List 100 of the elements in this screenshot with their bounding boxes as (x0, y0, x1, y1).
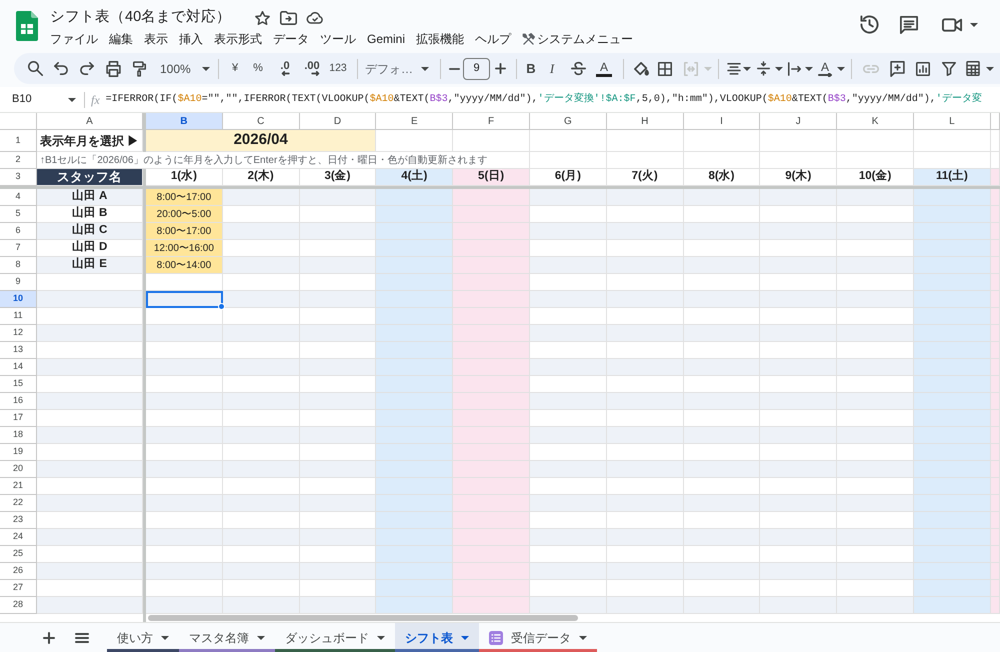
caret-icon[interactable] (68, 98, 76, 102)
row-header[interactable]: 10 (0, 291, 37, 308)
row-header[interactable]: 8 (0, 257, 37, 274)
row-header[interactable]: 4 (0, 189, 37, 206)
caret-icon[interactable] (257, 636, 265, 640)
column-header[interactable]: A (37, 113, 143, 130)
column-header[interactable]: L (914, 113, 991, 130)
column-header[interactable]: E (376, 113, 454, 130)
menu-item[interactable]: 挿入 (179, 30, 203, 48)
caret-icon[interactable] (743, 66, 751, 70)
strikethrough-icon[interactable] (570, 61, 586, 76)
menu-item[interactable]: 拡張機能 (416, 30, 464, 48)
caret-icon[interactable] (805, 66, 813, 70)
column-header[interactable]: C (222, 113, 300, 130)
search-icon[interactable] (28, 61, 42, 76)
row-header[interactable]: 26 (0, 563, 37, 580)
menu-item[interactable]: データ (273, 30, 309, 48)
column-header[interactable]: B (146, 113, 223, 130)
caret-icon[interactable] (986, 66, 994, 70)
scrollbar[interactable] (148, 615, 578, 621)
fill-handle[interactable] (218, 303, 225, 310)
caret-icon[interactable] (377, 636, 385, 640)
sheet-tab[interactable]: シフト表 (395, 623, 479, 652)
caret-icon[interactable] (161, 636, 169, 640)
column-header[interactable]: D (300, 113, 376, 130)
menu-item[interactable]: システムメニュー (522, 30, 634, 48)
caret-icon[interactable] (837, 66, 845, 70)
number-format-button[interactable]: 123 (329, 60, 347, 76)
row-header[interactable]: 7 (0, 240, 37, 257)
caret-icon[interactable] (202, 66, 210, 70)
column-header[interactable]: G (530, 113, 607, 130)
fill-color-icon[interactable] (634, 62, 648, 76)
caret-icon[interactable] (775, 66, 783, 70)
caret-icon[interactable] (421, 66, 429, 70)
document-title[interactable]: シフト表（40名まで対応） (50, 7, 232, 29)
row-header[interactable]: 28 (0, 597, 37, 614)
caret-icon[interactable] (579, 636, 587, 640)
history-icon[interactable] (860, 15, 879, 34)
add-comment-icon[interactable] (890, 60, 904, 76)
redo-icon[interactable] (80, 62, 94, 75)
row-header[interactable]: 23 (0, 512, 37, 529)
row-header[interactable]: 13 (0, 342, 37, 359)
percent-format-button[interactable]: % (253, 60, 263, 77)
row-header[interactable]: 22 (0, 495, 37, 512)
menu-item[interactable]: ファイル (50, 30, 98, 48)
row-header[interactable]: 20 (0, 461, 37, 478)
row-header[interactable]: 1 (0, 130, 37, 152)
column-header[interactable]: H (606, 113, 684, 130)
row-header[interactable]: 15 (0, 376, 37, 393)
font-dropdown[interactable]: デフォ… (364, 60, 434, 78)
folder-icon[interactable] (280, 11, 298, 25)
print-icon[interactable] (106, 60, 120, 76)
row-header[interactable]: 21 (0, 478, 37, 495)
currency-format-button[interactable]: ¥ (232, 60, 238, 77)
bold-button[interactable]: B (526, 58, 536, 78)
increase-decimal-button[interactable]: .00 (304, 61, 320, 76)
italic-button[interactable]: I (550, 58, 554, 78)
menu-item[interactable]: ツール (320, 30, 356, 48)
row-header[interactable]: 25 (0, 546, 37, 563)
text-rotation-button[interactable]: A (813, 60, 837, 76)
chart-icon[interactable] (916, 62, 930, 76)
video-camera-icon[interactable] (942, 18, 963, 32)
vertical-align-icon[interactable] (756, 61, 770, 76)
menu-icon[interactable] (75, 632, 89, 642)
sheets-logo-icon[interactable] (16, 11, 38, 41)
row-header[interactable]: 27 (0, 580, 37, 597)
zoom-dropdown[interactable]: 100% (152, 60, 212, 78)
borders-icon[interactable] (658, 62, 672, 76)
row-header[interactable]: 11 (0, 308, 37, 325)
row-header[interactable]: 12 (0, 325, 37, 342)
caret-icon[interactable] (970, 22, 978, 26)
align-icon[interactable] (727, 62, 741, 74)
row-header[interactable]: 18 (0, 427, 37, 444)
caret-icon[interactable] (461, 636, 469, 640)
add-sheet-icon[interactable] (43, 632, 55, 644)
row-header[interactable]: 17 (0, 410, 37, 427)
selected-cell[interactable] (146, 291, 223, 308)
minus-icon[interactable] (448, 68, 460, 70)
row-header[interactable]: 14 (0, 359, 37, 376)
column-header[interactable]: F (453, 113, 530, 130)
column-header[interactable]: J (760, 113, 838, 130)
formula-input[interactable]: =IFERROR(IF($A10="","",IFERROR(TEXT(VLOOKUP($A10&TEXT(B$3,"yyyy/MM/dd"),'データ変換'!$A:$F,5,0),"h:mm"),VLOOKUP($A10&TEXT(B$3,"yyyy/MM/dd"),'データ変 (106, 92, 982, 107)
paint-format-icon[interactable] (132, 60, 146, 76)
sheet-tab[interactable]: マスタ名簿 (179, 623, 275, 652)
menu-item[interactable]: 表示 (144, 30, 168, 48)
sheet-tab[interactable]: 使い方 (107, 623, 179, 652)
column-header[interactable]: K (837, 113, 914, 130)
row-header[interactable]: 9 (0, 274, 37, 291)
menu-item[interactable]: 編集 (109, 30, 133, 48)
name-box[interactable]: B10 (12, 91, 68, 108)
functions-icon[interactable] (966, 61, 980, 76)
row-header[interactable]: 3 (0, 169, 37, 186)
cloud-icon[interactable] (306, 12, 324, 24)
row-header[interactable]: 2 (0, 152, 37, 169)
row-header[interactable]: 6 (0, 223, 37, 240)
comment-icon[interactable] (900, 16, 918, 34)
row-header[interactable]: 19 (0, 444, 37, 461)
row-header[interactable]: 24 (0, 529, 37, 546)
text-wrap-icon[interactable] (788, 62, 800, 76)
star-icon[interactable] (255, 10, 270, 26)
